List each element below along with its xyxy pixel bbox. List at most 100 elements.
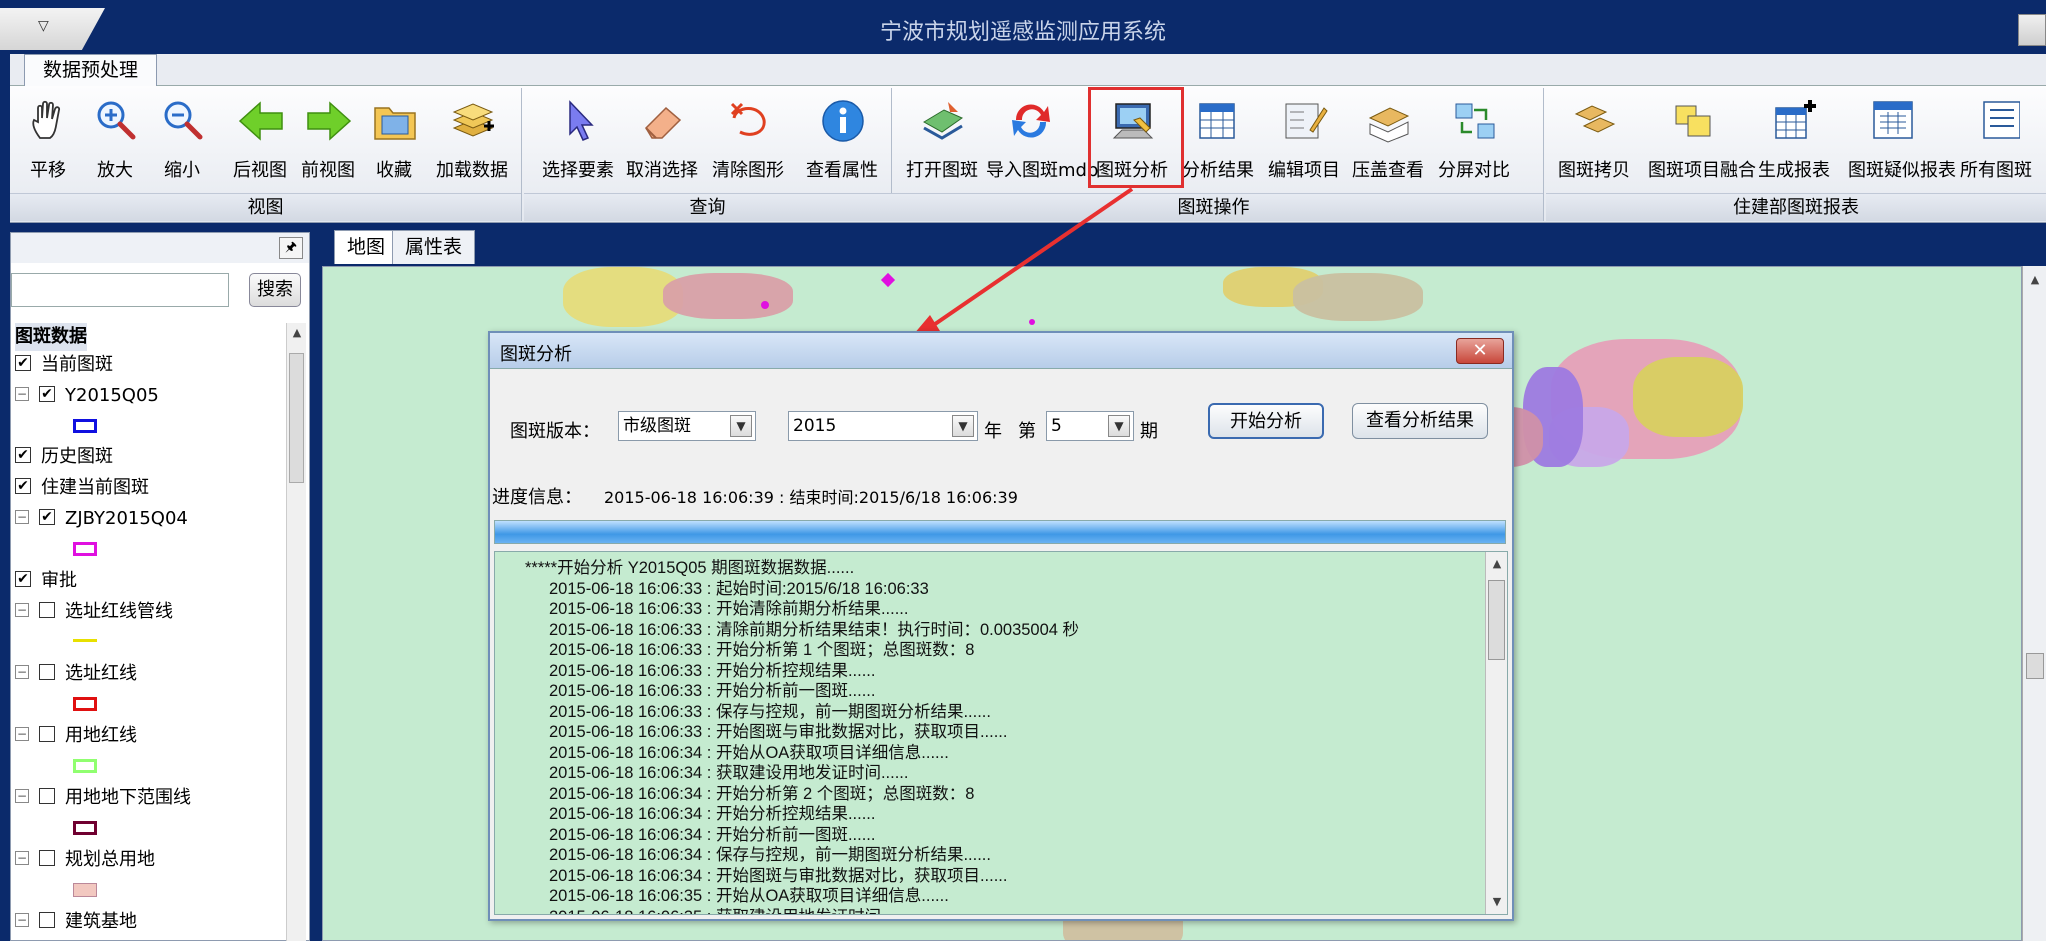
period-suffix: 期 — [1140, 421, 1158, 442]
collapse-icon[interactable]: − — [15, 913, 29, 927]
view-results-button[interactable]: 查看分析结果 — [1352, 403, 1488, 439]
log-scrollbar[interactable]: ▲ ▼ — [1485, 552, 1507, 914]
ribbon-group-report: 图斑拷贝 图斑项目融合 生成报表 图斑疑似报表 所有图斑 住建部图斑报表 — [1546, 88, 2046, 221]
collapse-icon[interactable]: − — [15, 665, 29, 679]
checkbox[interactable]: ✔ — [39, 509, 55, 525]
edit-project-button[interactable]: 编辑项目 — [1268, 92, 1340, 192]
log-line: 2015-06-18 16:06:33 : 清除前期分析结果结束！执行时间：0.… — [549, 620, 1080, 639]
tab-map[interactable]: 地图 — [334, 230, 399, 264]
tree-item-approval[interactable]: ✔ 审批 — [15, 567, 77, 595]
scroll-up-icon[interactable]: ▲ — [2025, 270, 2045, 290]
all-patches-button[interactable]: 所有图斑 — [1960, 92, 2032, 192]
scroll-up-icon[interactable]: ▲ — [287, 323, 307, 343]
scroll-thumb[interactable] — [2026, 653, 2044, 679]
open-patch-button[interactable]: 打开图斑 — [906, 92, 978, 192]
checkbox[interactable]: ✔ — [15, 355, 31, 371]
log-line: 2015-06-18 16:06:34 : 开始图斑与审批数据对比，获取项目..… — [549, 866, 1008, 885]
search-input[interactable] — [11, 273, 229, 307]
search-button[interactable]: 搜索 — [249, 273, 301, 307]
collapse-icon[interactable]: − — [15, 789, 29, 803]
minimize-button[interactable] — [2018, 14, 2046, 46]
view-attributes-button[interactable]: 查看属性 — [806, 92, 878, 192]
zoom-in-icon — [97, 101, 136, 140]
tree-item-label: 历史图斑 — [41, 446, 113, 467]
select-feature-button[interactable]: 选择要素 — [542, 92, 614, 192]
split-screen-icon — [1455, 103, 1495, 139]
pin-icon[interactable]: 🖈 — [279, 237, 303, 259]
chevron-down-icon: ▼ — [1108, 415, 1130, 437]
patch-copy-button[interactable]: 图斑拷贝 — [1558, 92, 1630, 192]
collapse-icon[interactable]: − — [15, 603, 29, 617]
tree-item-land-redline[interactable]: − 用地红线 — [15, 722, 137, 750]
tree-item-current-patch[interactable]: ✔ 当前图斑 — [15, 351, 113, 379]
tree-item-y2015q05[interactable]: − ✔ Y2015Q05 — [15, 382, 159, 410]
load-data-button[interactable]: 加载数据 — [436, 92, 508, 192]
tree-item-label: 用地地下范围线 — [65, 787, 191, 808]
suspect-report-label: 图斑疑似报表 — [1848, 160, 1956, 181]
favorites-button[interactable]: 收藏 — [360, 92, 428, 192]
tree-item-label: ZJBY2015Q04 — [65, 508, 188, 529]
checkbox[interactable] — [39, 850, 55, 866]
import-mdb-label: 导入图斑mdb — [986, 160, 1099, 181]
log-textarea[interactable]: *****开始分析 Y2015Q05 期图斑数据数据...... 2015-06-… — [494, 551, 1508, 915]
checkbox[interactable]: ✔ — [15, 571, 31, 587]
tree-scrollbar[interactable]: ▲ — [286, 323, 306, 941]
zoom-out-label: 缩小 — [164, 160, 200, 181]
checkbox[interactable] — [39, 912, 55, 928]
close-button[interactable]: ✕ — [1456, 338, 1504, 364]
checkbox[interactable] — [39, 602, 55, 618]
analysis-result-button[interactable]: 分析结果 — [1182, 92, 1254, 192]
collapse-icon[interactable]: − — [15, 727, 29, 741]
clear-graphics-button[interactable]: 清除图形 — [712, 92, 784, 192]
map-scrollbar[interactable]: ▲ — [2022, 266, 2046, 941]
group-title-view: 视图 — [10, 193, 521, 221]
tree-item-site-redline[interactable]: − 选址红线 — [15, 660, 137, 688]
analysis-result-label: 分析结果 — [1182, 160, 1254, 181]
zoom-out-button[interactable]: 缩小 — [148, 92, 216, 192]
checkbox[interactable] — [39, 788, 55, 804]
tree-item-history-patch[interactable]: ✔ 历史图斑 — [15, 443, 113, 471]
list-icon — [1983, 101, 2020, 139]
scroll-up-icon[interactable]: ▲ — [1487, 554, 1507, 574]
start-analysis-button[interactable]: 开始分析 — [1208, 403, 1324, 439]
tree-item-site-pipeline[interactable]: − 选址红线管线 — [15, 598, 173, 626]
scroll-down-icon[interactable]: ▼ — [1487, 892, 1507, 912]
log-line: 2015-06-18 16:06:34 : 开始分析控规结果...... — [549, 805, 876, 823]
import-mdb-button[interactable]: 导入图斑mdb — [986, 92, 1098, 192]
tree-item-underground[interactable]: − 用地地下范围线 — [15, 784, 191, 812]
split-compare-button[interactable]: 分屏对比 — [1438, 92, 1510, 192]
dialog-titlebar: 图斑分析 ✕ — [490, 333, 1512, 369]
tree-item-zj-current[interactable]: ✔ 住建当前图斑 — [15, 474, 149, 502]
tree-item-planned-land[interactable]: − 规划总用地 — [15, 846, 155, 874]
checkbox[interactable]: ✔ — [39, 386, 55, 402]
map-tabs: 地图 属性表 — [330, 230, 2046, 264]
version-select[interactable]: 市级图斑 ▼ — [618, 411, 756, 441]
collapse-icon[interactable]: − — [15, 387, 29, 401]
checkbox[interactable] — [39, 726, 55, 742]
period-select[interactable]: 5 ▼ — [1046, 411, 1134, 441]
collapse-icon[interactable]: − — [15, 510, 29, 524]
generate-report-button[interactable]: 生成报表 — [1758, 92, 1830, 192]
layer-tree: 图斑数据 ✔ 当前图斑 − ✔ Y2015Q05 ✔ 历史图斑 ✔ 住建当前图斑 − ✔ ZJ… — [11, 323, 279, 941]
clear-selection-button[interactable]: 取消选择 — [626, 92, 698, 192]
scroll-thumb[interactable] — [289, 353, 304, 483]
tree-item-building-base[interactable]: − 建筑基地 — [15, 908, 137, 936]
merge-icon — [1675, 105, 1711, 137]
checkbox[interactable]: ✔ — [15, 478, 31, 494]
checkbox[interactable] — [39, 664, 55, 680]
tree-item-zjby2015q04[interactable]: − ✔ ZJBY2015Q04 — [15, 505, 188, 533]
ribbon-tab-strip: 数据预处理 — [10, 54, 2046, 86]
patch-merge-button[interactable]: 图斑项目融合 — [1648, 92, 1756, 192]
collapse-icon[interactable]: − — [15, 851, 29, 865]
suspect-report-button[interactable]: 图斑疑似报表 — [1848, 92, 1956, 192]
scroll-thumb[interactable] — [1488, 580, 1505, 660]
layer-panel: 🖈 搜索 图斑数据 ✔ 当前图斑 − ✔ Y2015Q05 ✔ 历史图斑 ✔ 住建当前图斑… — [10, 232, 310, 941]
tab-data-preprocess[interactable]: 数据预处理 — [24, 54, 158, 86]
highlight-box — [1088, 87, 1184, 188]
checkbox[interactable]: ✔ — [15, 447, 31, 463]
log-line: 2015-06-18 16:06:34 : 开始分析前一图斑...... — [549, 825, 876, 844]
tab-attribute-table[interactable]: 属性表 — [392, 230, 476, 264]
period-prefix: 第 — [1018, 421, 1036, 442]
year-select[interactable]: 2015 ▼ — [788, 411, 978, 441]
overlay-view-button[interactable]: 压盖查看 — [1352, 92, 1424, 192]
